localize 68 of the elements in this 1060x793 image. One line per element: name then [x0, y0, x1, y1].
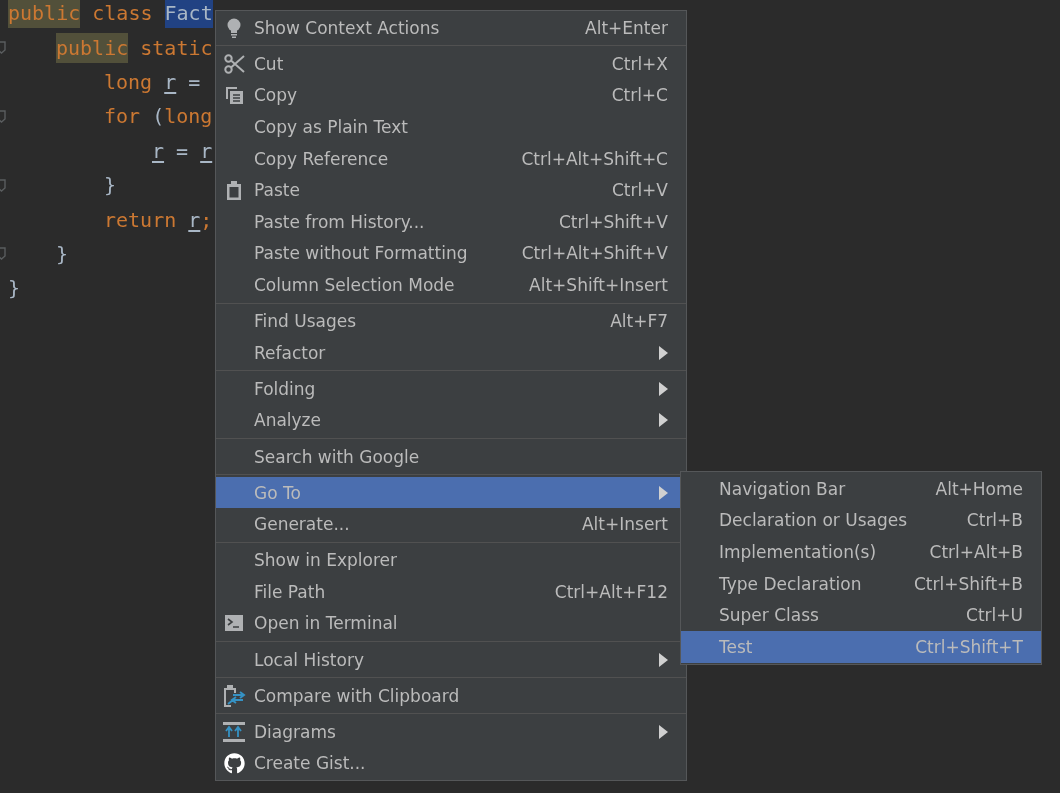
github-icon — [223, 752, 245, 774]
code-token: long — [104, 68, 153, 96]
code-token: ( — [152, 103, 165, 131]
menu-item[interactable]: Paste without Formatting Ctrl+Alt+Shift+V — [216, 237, 686, 270]
menu-item[interactable]: Paste from History... Ctrl+Shift+V — [216, 206, 686, 238]
code-token: public — [8, 0, 81, 29]
menu-item[interactable]: Diagrams — [216, 715, 686, 748]
shortcut-label: Alt+Enter — [585, 17, 668, 38]
shortcut-label: Ctrl+Shift+V — [559, 211, 668, 232]
code-token: for — [104, 103, 141, 131]
shortcut-label: Ctrl+V — [611, 180, 668, 201]
code-token: r — [188, 206, 201, 234]
shortcut-label: Alt+F7 — [610, 311, 668, 332]
menu-item[interactable]: Column Selection Mode Alt+Shift+Insert — [216, 269, 686, 301]
clipboard-icon — [226, 180, 242, 200]
shortcut-label: Ctrl+U — [966, 605, 1023, 626]
code-token: = — [176, 137, 189, 165]
code-token: Fact — [164, 0, 213, 29]
menu-item[interactable]: Show Context Actions Alt+Enter — [216, 12, 686, 44]
shortcut-label: Alt+Home — [935, 478, 1023, 499]
menu-item[interactable]: Find Usages Alt+F7 — [216, 305, 686, 337]
menu-item[interactable]: Copy Reference Ctrl+Alt+Shift+C — [216, 142, 686, 175]
diagram-icon — [223, 721, 245, 742]
menu-item[interactable]: Copy Ctrl+C — [216, 79, 686, 112]
shortcut-label: Ctrl+Alt+F12 — [554, 581, 668, 602]
fold-marker-icon[interactable] — [0, 41, 6, 55]
shortcut-label: Ctrl+B — [966, 510, 1023, 531]
code-token: static — [140, 34, 213, 62]
shortcut-label: Ctrl+C — [611, 85, 668, 106]
menu-item[interactable]: Folding — [216, 373, 686, 405]
fold-marker-icon[interactable] — [0, 109, 6, 123]
code-token: class — [92, 0, 153, 28]
shortcut-label: Ctrl+Alt+B — [929, 542, 1023, 562]
code-token: r — [152, 137, 165, 165]
shortcut-label: Ctrl+X — [611, 53, 668, 74]
shortcut-label: Ctrl+Shift+T — [915, 636, 1023, 657]
menu-item[interactable]: Type Declaration Ctrl+Shift+B — [681, 567, 1041, 600]
code-token: = — [188, 68, 201, 96]
menu-item[interactable]: Cut Ctrl+X — [216, 48, 686, 80]
code-token: public — [56, 32, 129, 63]
code-token: } — [104, 172, 117, 200]
shortcut-label: Alt+Insert — [581, 514, 668, 535]
compare-icon — [222, 684, 246, 707]
fold-marker-icon[interactable] — [0, 247, 6, 261]
code-token: r — [164, 68, 177, 96]
menu-item[interactable]: Refactor — [216, 336, 686, 369]
fold-marker-icon[interactable] — [0, 178, 6, 192]
shortcut-label: Ctrl+Alt+Shift+V — [521, 243, 668, 264]
copy-icon — [224, 86, 244, 105]
lightbulb-icon — [227, 17, 241, 38]
code-token: return — [104, 206, 177, 234]
menu-item[interactable]: Analyze — [216, 404, 686, 437]
code-token: long — [164, 103, 213, 131]
menu-item[interactable]: Search with Google — [216, 440, 686, 473]
scissors-icon — [223, 53, 245, 74]
menu-item[interactable]: Copy as Plain Text — [216, 111, 686, 143]
menu-item[interactable]: Compare with Clipboard — [216, 679, 686, 712]
code-token: ; — [200, 206, 213, 234]
menu-item[interactable]: Create Gist... — [216, 747, 686, 780]
code-token: } — [8, 275, 21, 303]
code-token: r — [200, 137, 213, 165]
shortcut-label: Ctrl+Alt+Shift+C — [521, 148, 668, 169]
terminal-icon — [225, 615, 243, 632]
shortcut-label: Alt+Shift+Insert — [529, 275, 668, 296]
code-token: } — [56, 240, 69, 268]
menu-item[interactable]: Implementation(s) Ctrl+Alt+B — [681, 536, 1041, 568]
shortcut-label: Ctrl+Shift+B — [913, 573, 1023, 594]
menu-item[interactable]: Paste Ctrl+V — [216, 174, 686, 207]
